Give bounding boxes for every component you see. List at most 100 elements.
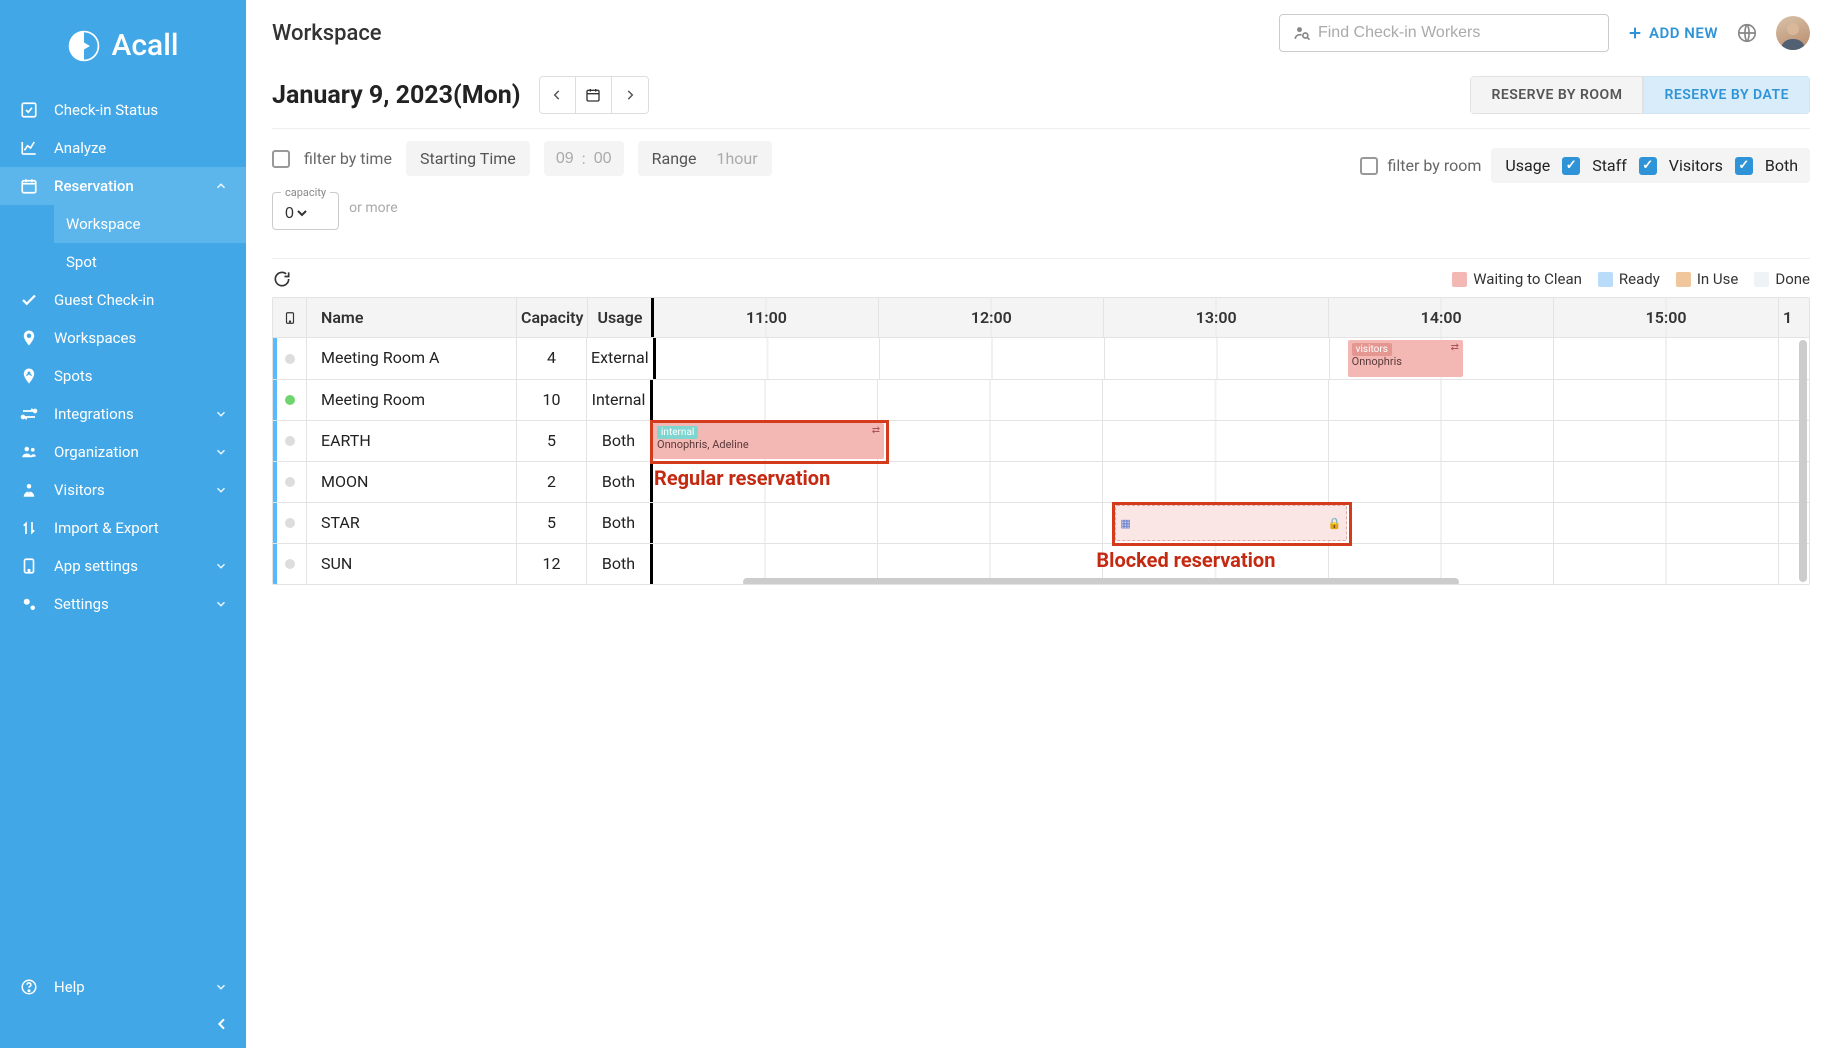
next-day-button[interactable] (612, 77, 648, 113)
sidebar-item-workspace[interactable]: Workspace (54, 205, 246, 243)
time-cell[interactable] (1103, 462, 1328, 502)
time-cell[interactable] (1554, 338, 1779, 379)
time-cell[interactable] (656, 338, 881, 379)
sidebar-item-help[interactable]: Help (0, 968, 246, 1006)
sidebar-item-label: Analyze (54, 139, 106, 157)
sidebar-item-app-settings[interactable]: App settings (0, 547, 246, 585)
starting-time-input[interactable]: : (544, 141, 624, 176)
refresh-button[interactable] (272, 269, 292, 289)
search-input-wrap[interactable] (1279, 14, 1609, 52)
room-capacity: 5 (517, 421, 587, 461)
capacity-select[interactable]: 0 (281, 204, 310, 223)
calendar-picker-button[interactable] (576, 77, 612, 113)
row-time-area[interactable]: ▦ 🔒 (653, 503, 1809, 543)
range-pill[interactable]: Range 1hour (638, 141, 772, 176)
visitors-checkbox[interactable] (1639, 157, 1657, 175)
time-cell[interactable] (653, 462, 878, 502)
visitors-label: Visitors (1669, 156, 1723, 175)
staff-checkbox[interactable] (1562, 157, 1580, 175)
sidebar-item-analyze[interactable]: Analyze (0, 129, 246, 167)
capacity-field[interactable]: capacity 0 (272, 186, 339, 230)
row-accent (273, 421, 277, 461)
row-time-area[interactable] (653, 380, 1809, 420)
time-col-header: 13:00 (1104, 298, 1329, 337)
both-checkbox[interactable] (1735, 157, 1753, 175)
table-row[interactable]: EARTH 5 Both internal ⇄ Onnophris, Adeli… (273, 420, 1809, 461)
time-cell[interactable] (880, 338, 1105, 379)
sidebar-item-spot[interactable]: Spot (54, 243, 246, 281)
table-row[interactable]: Meeting Room A 4 External visitors ⇄ Onn… (273, 338, 1809, 379)
room-capacity: 5 (517, 503, 587, 543)
avatar[interactable] (1776, 16, 1810, 50)
sidebar-item-label: Reservation (54, 177, 134, 195)
sidebar-item-organization[interactable]: Organization (0, 433, 246, 471)
sidebar-item-guest-checkin[interactable]: Guest Check-in (0, 281, 246, 319)
time-cell[interactable] (653, 380, 878, 420)
time-cell[interactable] (1554, 503, 1779, 543)
reserve-toggle: RESERVE BY ROOM RESERVE BY DATE (1470, 76, 1810, 114)
sidebar-item-import-export[interactable]: Import & Export (0, 509, 246, 547)
reserve-by-room-tab[interactable]: RESERVE BY ROOM (1470, 76, 1643, 114)
filter-by-room-checkbox[interactable] (1360, 157, 1378, 175)
vertical-scrollbar[interactable] (1799, 340, 1807, 582)
status-dot (273, 421, 307, 461)
sidebar-item-settings[interactable]: Settings (0, 585, 246, 623)
row-time-area[interactable]: visitors ⇄ Onnophris (656, 338, 1809, 379)
sidebar-item-label: Integrations (54, 405, 134, 423)
sidebar-item-integrations[interactable]: Integrations (0, 395, 246, 433)
time-cell[interactable] (1329, 503, 1554, 543)
row-time-area[interactable]: internal ⇄ Onnophris, Adeline (653, 421, 1809, 461)
calendar-icon: ▦ (1120, 517, 1130, 530)
chevron-down-icon (214, 407, 228, 421)
time-cell[interactable] (878, 503, 1103, 543)
add-new-button[interactable]: ADD NEW (1627, 24, 1718, 42)
time-cell[interactable] (1329, 421, 1554, 461)
gears-icon (18, 595, 40, 613)
horizontal-scrollbar[interactable] (743, 578, 1459, 585)
time-cell[interactable] (653, 503, 878, 543)
sidebar-item-workspaces[interactable]: Workspaces (0, 319, 246, 357)
reserve-by-date-tab[interactable]: RESERVE BY DATE (1643, 76, 1810, 114)
sidebar-item-spots[interactable]: Spots (0, 357, 246, 395)
chevron-down-icon (214, 483, 228, 497)
room-usage: Internal (587, 380, 653, 420)
reservation-event[interactable]: visitors ⇄ Onnophris (1348, 340, 1463, 377)
table-row[interactable]: MOON 2 Both (273, 461, 1809, 502)
row-accent (273, 503, 277, 543)
time-cell[interactable] (1554, 462, 1779, 502)
prev-day-button[interactable] (540, 77, 576, 113)
time-cell[interactable] (878, 380, 1103, 420)
sidebar-item-visitors[interactable]: Visitors (0, 471, 246, 509)
sidebar-item-reservation[interactable]: Reservation (0, 167, 246, 205)
time-cell[interactable] (1103, 421, 1328, 461)
language-button[interactable] (1736, 22, 1758, 44)
table-row[interactable]: Meeting Room 10 Internal (273, 379, 1809, 420)
time-cell[interactable] (1329, 380, 1554, 420)
room-capacity: 12 (517, 544, 587, 584)
time-cell[interactable] (878, 462, 1103, 502)
time-cell[interactable] (1103, 380, 1328, 420)
reservation-event[interactable]: internal ⇄ Onnophris, Adeline (653, 423, 884, 459)
mobile-icon (273, 298, 307, 337)
time-cell[interactable] (1105, 338, 1330, 379)
person-search-icon (1292, 23, 1312, 43)
usage-filter: Usage Staff Visitors Both (1491, 148, 1810, 183)
filter-by-time-checkbox[interactable] (272, 150, 290, 168)
collapse-sidebar-button[interactable] (0, 1006, 246, 1042)
time-cell[interactable] (1554, 421, 1779, 461)
staff-label: Staff (1592, 156, 1627, 175)
chevron-down-icon (214, 980, 228, 994)
search-input[interactable] (1318, 24, 1596, 42)
start-mm-input[interactable] (590, 150, 616, 168)
legend-inuse: In Use (1697, 270, 1739, 288)
updown-icon (18, 519, 40, 537)
time-cell[interactable] (1554, 380, 1779, 420)
blocked-reservation[interactable]: ▦ 🔒 (1115, 505, 1346, 541)
row-time-area[interactable] (653, 462, 1809, 502)
sidebar-item-checkin-status[interactable]: Check-in Status (0, 91, 246, 129)
time-cell[interactable] (1329, 462, 1554, 502)
time-cell[interactable] (1554, 544, 1779, 584)
table-row[interactable]: STAR 5 Both ▦ 🔒 (273, 502, 1809, 543)
time-cell[interactable] (878, 421, 1103, 461)
start-hh-input[interactable] (552, 150, 578, 168)
